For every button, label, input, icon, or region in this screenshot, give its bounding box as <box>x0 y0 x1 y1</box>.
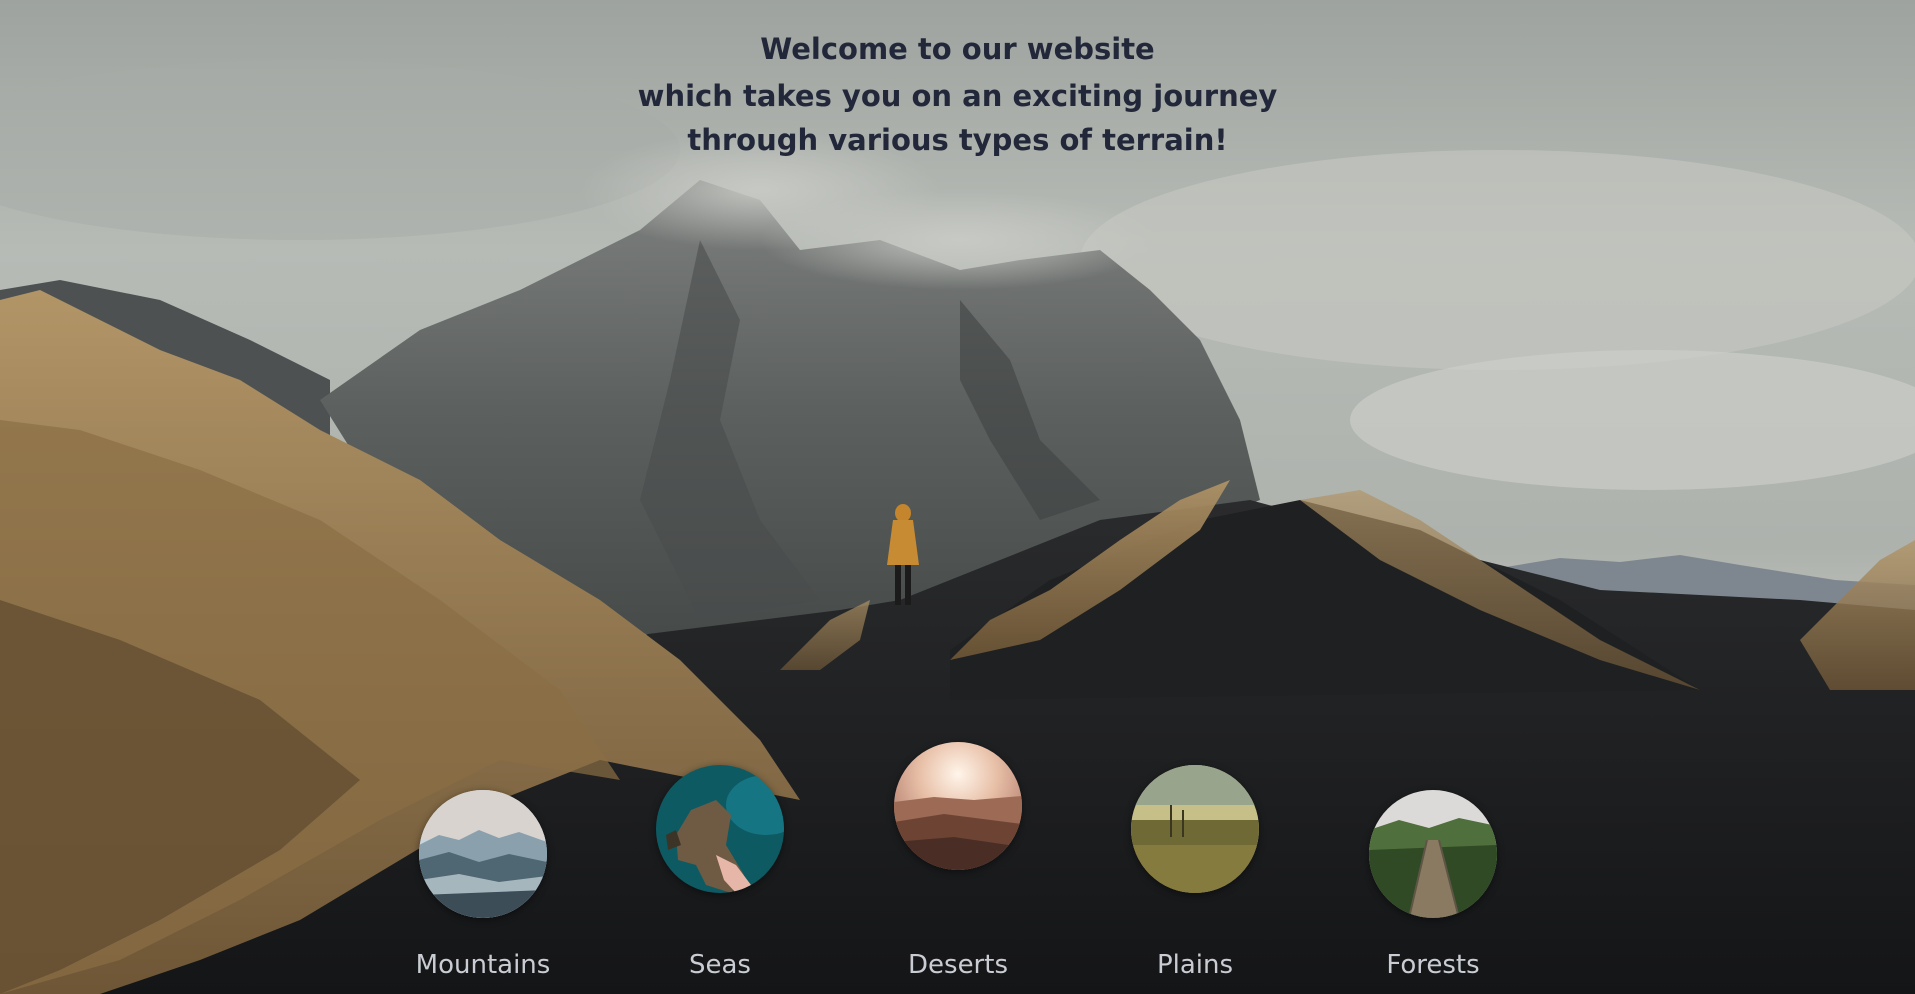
welcome-subtitle: which takes you on an exciting journey t… <box>637 79 1278 157</box>
terrain-label-seas[interactable]: Seas <box>620 950 820 980</box>
terrain-label-plains[interactable]: Plains <box>1095 950 1295 980</box>
deserts-thumbnail[interactable] <box>894 742 1022 870</box>
welcome-title: Welcome to our website <box>760 32 1155 66</box>
terrain-label-forests[interactable]: Forests <box>1333 950 1533 980</box>
terrain-label-deserts[interactable]: Deserts <box>858 950 1058 980</box>
mountains-thumbnail[interactable] <box>419 790 547 918</box>
page: Welcome to our website which takes you o… <box>0 0 1915 994</box>
hero-heading: Welcome to our website which takes you o… <box>0 28 1915 162</box>
terrain-label-mountains[interactable]: Mountains <box>383 950 583 980</box>
seas-thumbnail[interactable] <box>656 765 784 893</box>
plains-thumbnail[interactable] <box>1131 765 1259 893</box>
forests-thumbnail[interactable] <box>1369 790 1497 918</box>
